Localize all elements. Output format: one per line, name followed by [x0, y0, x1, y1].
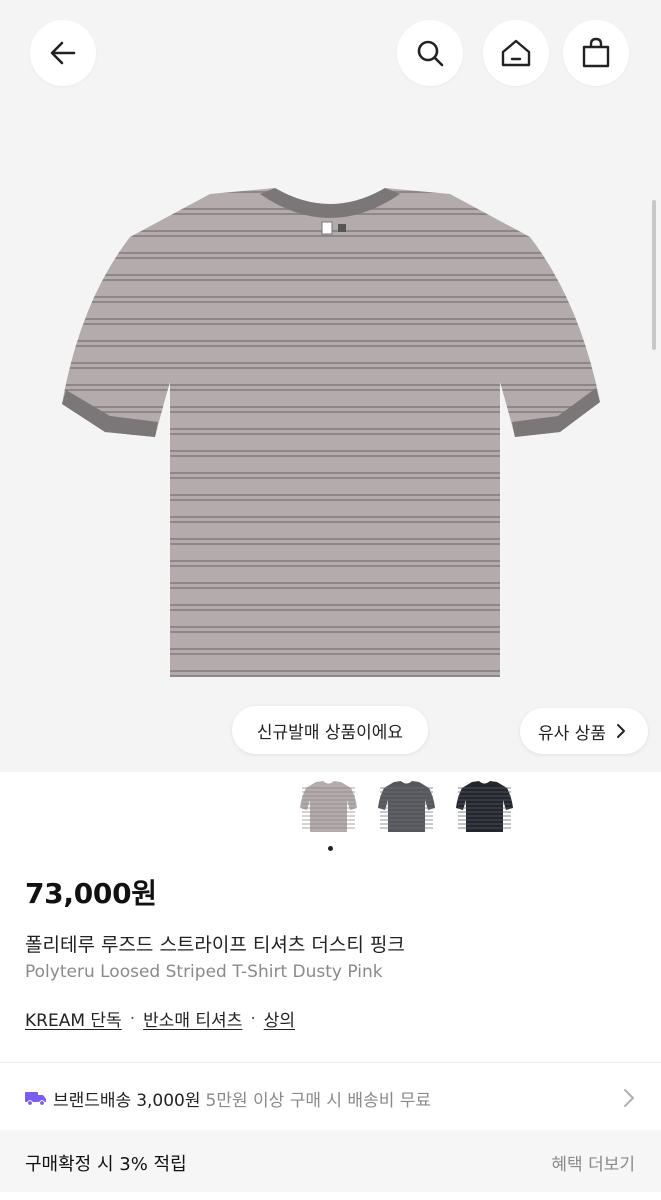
color-thumbnail[interactable]: [454, 776, 515, 837]
section-divider: [0, 1062, 661, 1063]
new-release-badge: 신규발매 상품이에요: [232, 706, 428, 754]
similar-products-button[interactable]: 유사 상품: [520, 708, 648, 754]
chevron-right-icon: [616, 724, 625, 738]
tag-parent-category[interactable]: 상의: [264, 1006, 295, 1031]
home-button[interactable]: [483, 20, 549, 86]
product-tags: KREAM 단독 · 반소매 티셔츠 · 상의: [25, 1006, 295, 1032]
shipping-row[interactable]: 브랜드배송 3,000원 5만원 이상 구매 시 배송비 무료: [25, 1083, 645, 1113]
search-icon: [417, 40, 444, 67]
shopping-bag-icon: [582, 37, 610, 68]
search-button[interactable]: [397, 20, 463, 86]
product-image-area[interactable]: [0, 0, 661, 772]
product-image: [62, 188, 600, 677]
shipping-note: 5만원 이상 구매 시 배송비 무료: [205, 1090, 432, 1111]
cart-button[interactable]: [563, 20, 629, 86]
scrollbar[interactable]: [652, 200, 656, 350]
tshirt-thumbnail-icon: [456, 781, 513, 832]
tshirt-thumbnail-icon: [300, 781, 357, 832]
new-release-label: 신규발매 상품이에요: [256, 722, 404, 743]
truck-icon: [25, 1090, 47, 1106]
tag-separator: ·: [250, 1008, 256, 1029]
similar-products-label: 유사 상품: [538, 723, 606, 744]
color-thumbnail[interactable]: [298, 776, 359, 837]
shipping-label: 브랜드배송: [53, 1090, 132, 1111]
tag-separator: ·: [129, 1008, 136, 1029]
reward-banner[interactable]: 구매확정 시 3% 적립 혜택 더보기: [0, 1130, 661, 1192]
reward-title: 구매확정 시 3% 적립: [25, 1154, 187, 1175]
chevron-right-icon: [624, 1089, 634, 1107]
home-icon: [501, 39, 531, 67]
image-pager-dot: [328, 846, 333, 851]
arrow-left-icon: [50, 41, 76, 65]
product-name-english: Polyteru Loosed Striped T-Shirt Dusty Pi…: [25, 962, 383, 982]
color-thumbnails: [298, 776, 515, 837]
tag-exclusive[interactable]: KREAM 단독: [25, 1006, 122, 1031]
reward-more-link[interactable]: 혜택 더보기: [551, 1150, 635, 1175]
tag-category[interactable]: 반소매 티셔츠: [143, 1006, 242, 1031]
shipping-fee: 3,000원: [136, 1090, 201, 1111]
product-name-korean: 폴리테루 루즈드 스트라이프 티셔츠 더스티 핑크: [25, 934, 405, 956]
color-thumbnail[interactable]: [376, 776, 437, 837]
product-price: 73,000원: [25, 877, 157, 910]
tshirt-thumbnail-icon: [378, 781, 435, 832]
back-button[interactable]: [30, 20, 96, 86]
